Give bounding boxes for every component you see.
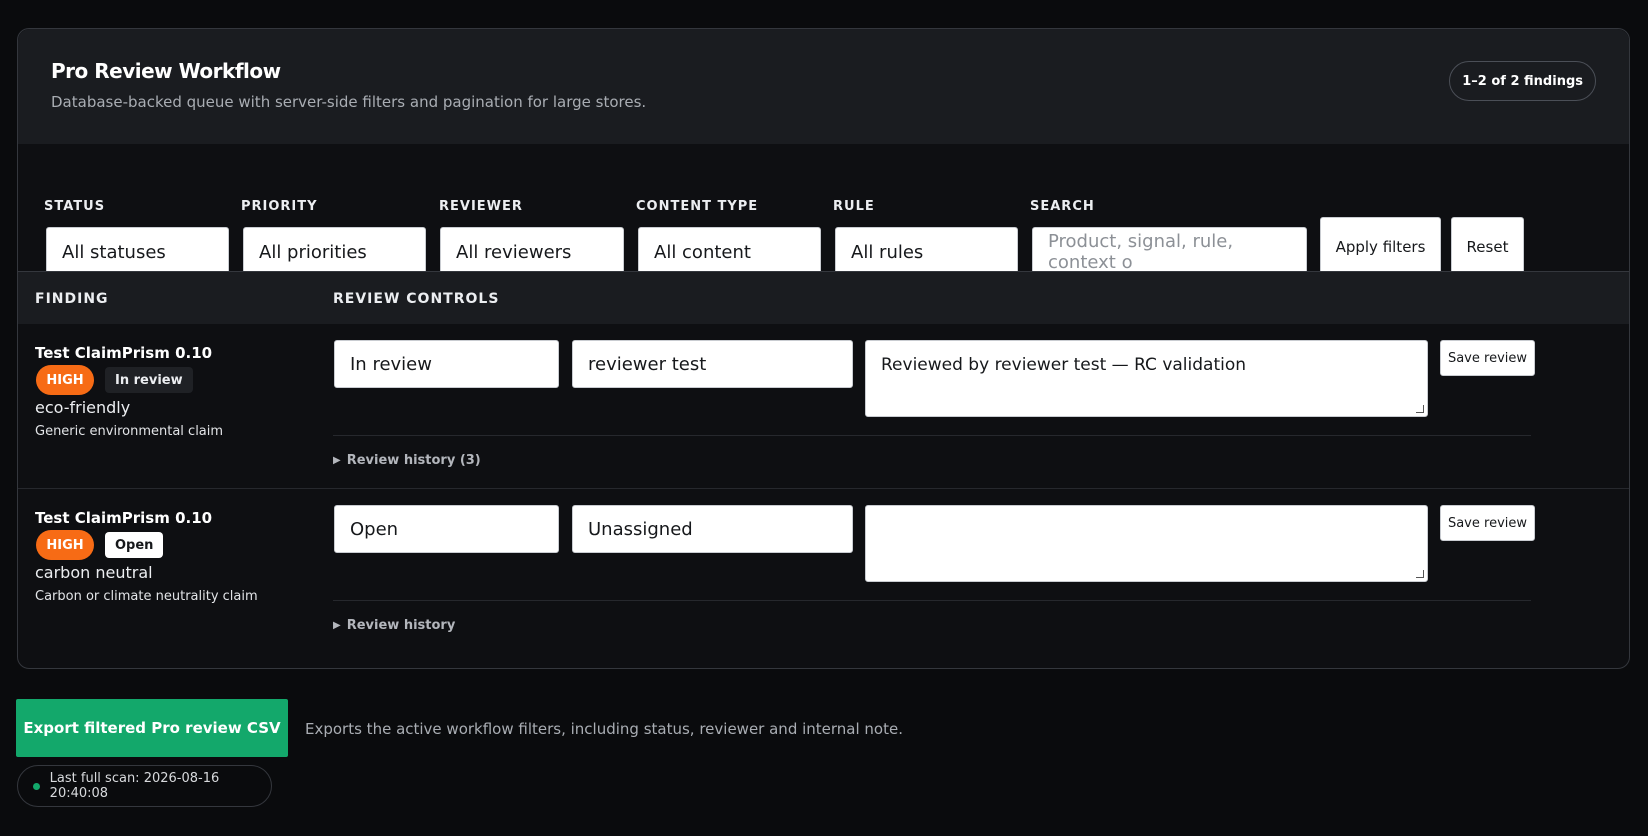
export-note: Exports the active workflow filters, inc… — [305, 720, 903, 738]
resize-handle-icon[interactable] — [1416, 570, 1424, 578]
content-type-filter-label: CONTENT TYPE — [636, 199, 759, 214]
findings-table: FINDING REVIEW CONTROLS Test ClaimPrism … — [18, 271, 1629, 669]
finding-column-header: FINDING — [35, 291, 109, 307]
priority-filter-label: PRIORITY — [241, 199, 318, 214]
status-filter-select[interactable]: All statuses — [46, 227, 229, 277]
review-history-toggle[interactable]: ▶ Review history (3) — [333, 453, 481, 468]
apply-filters-button[interactable]: Apply filters — [1320, 217, 1441, 277]
internal-note-text: Reviewed by reviewer test — RC validatio… — [881, 355, 1247, 375]
finding-description: Generic environmental claim — [35, 424, 224, 439]
review-history-label: Review history — [346, 618, 456, 633]
rule-filter-label: RULE — [833, 199, 875, 214]
review-controls-column-header: REVIEW CONTROLS — [333, 291, 500, 307]
findings-count-badge: 1–2 of 2 findings — [1449, 61, 1596, 101]
status-dot-icon — [33, 782, 40, 790]
review-status-select[interactable]: In review — [334, 340, 559, 388]
review-history-label: Review history (3) — [346, 453, 481, 468]
status-badge: In review — [105, 367, 193, 393]
search-label: SEARCH — [1030, 199, 1095, 214]
content-type-filter-select[interactable]: All content — [638, 227, 821, 277]
last-scan-text: Last full scan: 2026-08-16 20:40:08 — [49, 771, 220, 801]
finding-signal: carbon neutral — [35, 563, 153, 582]
disclosure-triangle-icon: ▶ — [333, 620, 341, 631]
status-filter-label: STATUS — [44, 199, 106, 214]
reviewer-select[interactable]: reviewer test — [572, 340, 853, 388]
panel-header: Pro Review Workflow Database-backed queu… — [18, 29, 1629, 144]
reviewer-filter-label: REVIEWER — [439, 199, 523, 214]
priority-filter-select[interactable]: All priorities — [243, 227, 426, 277]
finding-description: Carbon or climate neutrality claim — [35, 589, 258, 604]
review-history-toggle[interactable]: ▶ Review history — [333, 618, 455, 633]
priority-badge: HIGH — [36, 530, 94, 560]
export-csv-button[interactable]: Export filtered Pro review CSV — [16, 699, 288, 757]
save-review-button[interactable]: Save review — [1440, 340, 1535, 376]
row-inner-divider — [333, 435, 1531, 436]
resize-handle-icon[interactable] — [1416, 405, 1424, 413]
finding-title: Test ClaimPrism 0.10 — [35, 344, 213, 362]
table-row: Test ClaimPrism 0.10 HIGH In review eco-… — [18, 324, 1629, 488]
finding-title: Test ClaimPrism 0.10 — [35, 509, 213, 527]
internal-note-textarea[interactable] — [865, 505, 1428, 582]
row-inner-divider — [333, 600, 1531, 601]
table-header: FINDING REVIEW CONTROLS — [18, 272, 1629, 324]
pro-review-panel: Pro Review Workflow Database-backed queu… — [17, 28, 1630, 669]
priority-badge: HIGH — [36, 365, 94, 395]
reviewer-select[interactable]: Unassigned — [572, 505, 853, 553]
save-review-button[interactable]: Save review — [1440, 505, 1535, 541]
last-scan-badge: Last full scan: 2026-08-16 20:40:08 — [17, 765, 272, 807]
rule-filter-select[interactable]: All rules — [835, 227, 1018, 277]
status-badge: Open — [105, 532, 164, 558]
reset-button[interactable]: Reset — [1451, 217, 1524, 277]
reviewer-filter-select[interactable]: All reviewers — [440, 227, 624, 277]
table-row: Test ClaimPrism 0.10 HIGH Open carbon ne… — [18, 489, 1629, 653]
internal-note-textarea[interactable]: Reviewed by reviewer test — RC validatio… — [865, 340, 1428, 417]
page-title: Pro Review Workflow — [51, 59, 281, 83]
finding-signal: eco-friendly — [35, 398, 131, 417]
disclosure-triangle-icon: ▶ — [333, 455, 341, 466]
page-subtitle: Database-backed queue with server-side f… — [51, 93, 647, 111]
search-input[interactable]: Product, signal, rule, context o — [1032, 227, 1307, 277]
review-status-select[interactable]: Open — [334, 505, 559, 553]
